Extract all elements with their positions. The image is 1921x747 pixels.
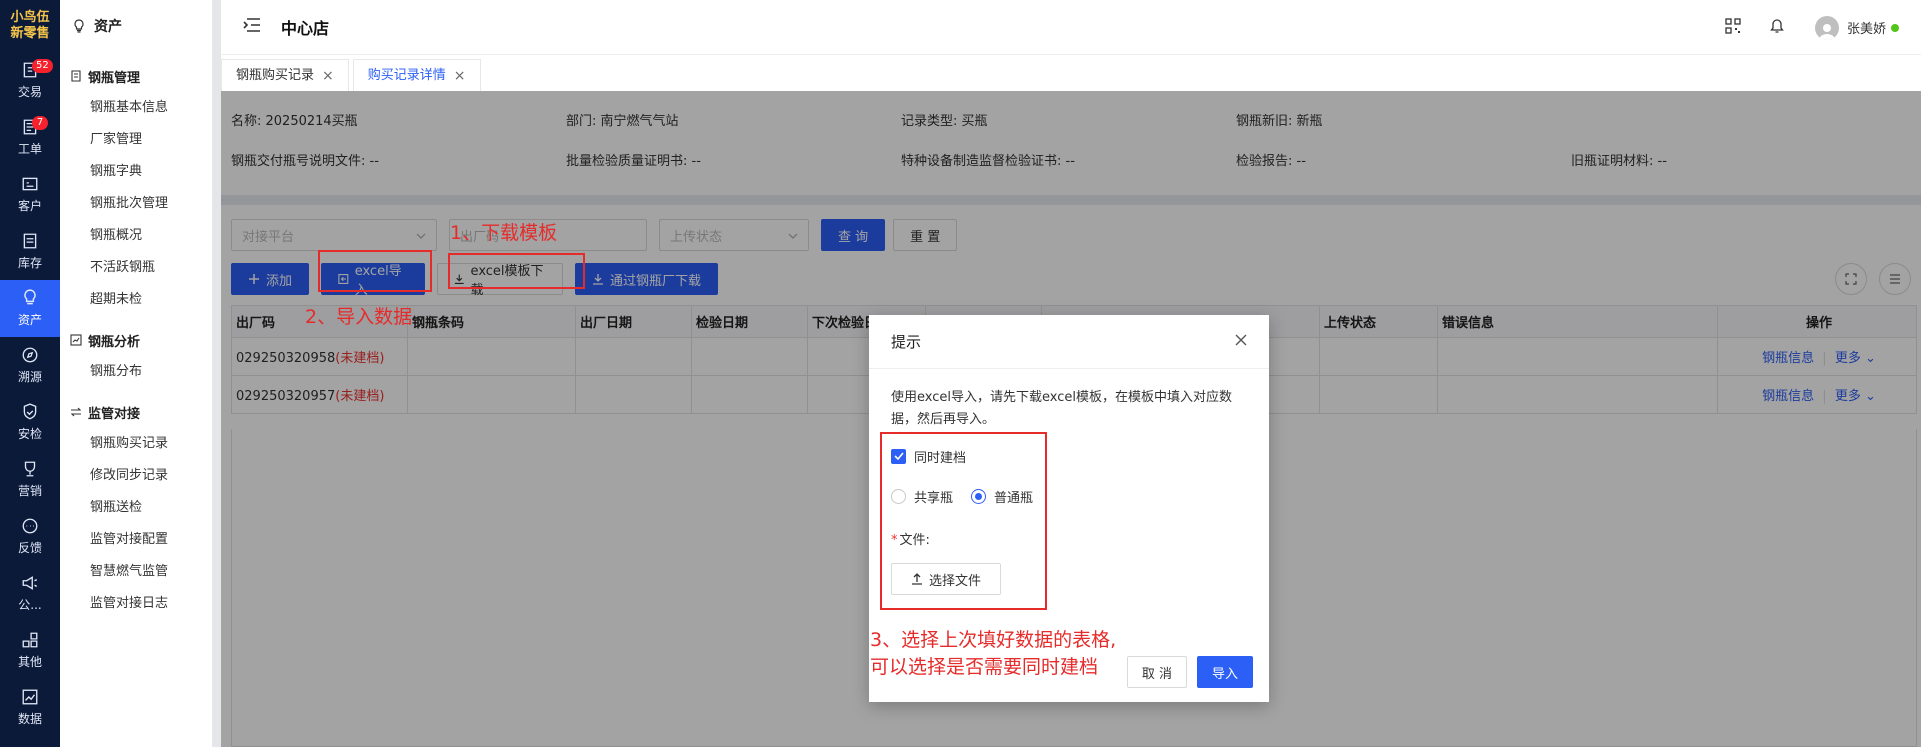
- cancel-button[interactable]: 取 消: [1126, 656, 1187, 688]
- marketing-icon: [24, 461, 36, 477]
- dialog-message: 使用excel导入，请先下载excel模板，在模板中填入对应数据，然后再导入。: [891, 390, 1232, 427]
- rail-item-label: 交易: [17, 85, 42, 99]
- user-avatar[interactable]: [1814, 15, 1839, 40]
- qrcode-icon[interactable]: [1725, 17, 1741, 38]
- annotation-step3-line2: 可以选择是否需要同时建档: [870, 656, 1099, 678]
- sidebar-item[interactable]: 修改同步记录: [60, 460, 212, 492]
- badge-count: 52: [32, 59, 53, 73]
- sidebar-item[interactable]: 钢瓶字典: [60, 156, 212, 188]
- brand-line1: 小鸟伍: [10, 10, 50, 25]
- rail-item-marketing[interactable]: 营销: [0, 451, 60, 508]
- document-icon: [71, 70, 81, 82]
- annotation-box-template: [448, 253, 585, 289]
- safety-icon: [23, 403, 37, 420]
- import-button[interactable]: 导入: [1196, 656, 1253, 688]
- asset-sidebar: 资产 钢瓶管理钢瓶基本信息 厂家管理 钢瓶字典 钢瓶批次管理 钢瓶概况 不活跃钢瓶 超期未检…: [60, 0, 213, 747]
- user-name[interactable]: 张美娇: [1847, 18, 1886, 37]
- sidebar-item[interactable]: 钢瓶购买记录: [60, 428, 212, 460]
- tab-label: 钢瓶购买记录: [236, 67, 315, 83]
- sidebar-group[interactable]: 钢瓶管理: [60, 60, 212, 92]
- tab-label: 购买记录详情: [367, 67, 446, 83]
- sidebar-divider: [213, 0, 221, 747]
- annotation-box-import: [318, 250, 432, 292]
- tab-purchase-records[interactable]: 钢瓶购买记录 ×: [221, 59, 349, 91]
- asset-icon: [24, 289, 36, 305]
- badge-count: 7: [32, 116, 48, 130]
- sync-icon: [70, 407, 82, 417]
- annotation-step2: 2、导入数据: [305, 306, 413, 328]
- dialog-header: 提示: [869, 315, 1269, 369]
- sidebar-item[interactable]: 钢瓶送检: [60, 492, 212, 524]
- close-icon[interactable]: ×: [454, 60, 466, 92]
- sidebar-head-label: 资产: [94, 19, 122, 35]
- brand-line2: 新零售: [10, 26, 50, 41]
- sidebar-item[interactable]: 钢瓶分布: [60, 356, 212, 388]
- inventory-icon: [23, 233, 37, 249]
- annotation-step1: 1、下载模板: [450, 222, 558, 244]
- icon-rail: 小鸟伍 新零售 交易 52 工单 7 客户库存资产溯源安检营销反馈公... 其他数据: [0, 0, 60, 747]
- sidebar-head: 资产: [60, 0, 212, 52]
- rail-item-feedback[interactable]: 反馈: [0, 508, 60, 565]
- feedback-icon: [22, 518, 38, 534]
- sidebar-group[interactable]: 钢瓶分析: [60, 324, 212, 356]
- annotation-box-dialog: [880, 432, 1047, 610]
- bulb-icon: [74, 19, 84, 33]
- customer-icon: [22, 177, 38, 191]
- sidebar-item[interactable]: 智慧燃气监管: [60, 556, 212, 588]
- rail-item-workorder[interactable]: 工单 7: [0, 109, 60, 166]
- sidebar-group-label: 钢瓶管理: [88, 70, 141, 86]
- rail-item-label: 公...: [18, 598, 42, 612]
- rail-item-label: 安检: [17, 427, 42, 441]
- dialog-title: 提示: [891, 333, 922, 351]
- rail-item-safety[interactable]: 安检: [0, 394, 60, 451]
- online-dot: [1891, 23, 1899, 32]
- rail-item-trace[interactable]: 溯源: [0, 337, 60, 394]
- close-icon[interactable]: ×: [322, 60, 334, 92]
- rail-item-inventory[interactable]: 库存: [0, 223, 60, 280]
- rail-item-notice[interactable]: 公...: [0, 565, 60, 622]
- close-icon[interactable]: [1235, 334, 1247, 350]
- rail-item-label: 数据: [17, 712, 42, 726]
- data-icon: [22, 689, 38, 705]
- top-bar: 中心店 张美娇: [221, 0, 1921, 55]
- rail-item-other[interactable]: 其他: [0, 622, 60, 679]
- annotation-step3-line1: 3、选择上次填好数据的表格,: [870, 629, 1117, 651]
- rail-item-label: 工单: [17, 142, 42, 156]
- trace-icon: [22, 347, 38, 363]
- sidebar-item[interactable]: 钢瓶基本信息: [60, 92, 212, 124]
- rail-item-label: 溯源: [17, 370, 42, 384]
- bell-icon[interactable]: [1769, 18, 1785, 38]
- rail-item-label: 库存: [17, 256, 42, 270]
- sidebar-item[interactable]: 监管对接配置: [60, 524, 212, 556]
- sidebar-group-label: 钢瓶分析: [88, 334, 141, 350]
- rail-item-label: 其他: [17, 655, 42, 669]
- rail-item-label: 反馈: [17, 541, 42, 555]
- rail-item-trade[interactable]: 交易 52: [0, 52, 60, 109]
- sidebar-item[interactable]: 钢瓶概况: [60, 220, 212, 252]
- sidebar-item[interactable]: 钢瓶批次管理: [60, 188, 212, 220]
- tab-record-detail[interactable]: 购买记录详情 ×: [352, 59, 481, 92]
- sidebar-item[interactable]: 厂家管理: [60, 124, 212, 156]
- brand-logo: 小鸟伍 新零售: [0, 0, 60, 52]
- chart-icon: [70, 334, 82, 346]
- store-name: 中心店: [281, 19, 330, 38]
- sidebar-group-label: 监管对接: [88, 406, 141, 422]
- rail-item-customer[interactable]: 客户: [0, 166, 60, 223]
- rail-item-asset[interactable]: 资产: [0, 280, 60, 337]
- sidebar-item[interactable]: 不活跃钢瓶: [60, 252, 212, 284]
- other-icon: [22, 632, 38, 648]
- sidebar-item[interactable]: 监管对接日志: [60, 588, 212, 620]
- rail-item-data[interactable]: 数据: [0, 679, 60, 736]
- rail-item-label: 资产: [17, 313, 42, 327]
- page-tabs: 钢瓶购买记录 × 购买记录详情 ×: [221, 55, 1921, 91]
- notice-icon: [22, 576, 38, 590]
- rail-item-label: 营销: [17, 484, 42, 498]
- rail-item-label: 客户: [17, 199, 42, 213]
- sidebar-item[interactable]: 超期未检: [60, 284, 212, 316]
- collapse-menu-icon[interactable]: [243, 17, 261, 37]
- sidebar-group[interactable]: 监管对接: [60, 396, 212, 428]
